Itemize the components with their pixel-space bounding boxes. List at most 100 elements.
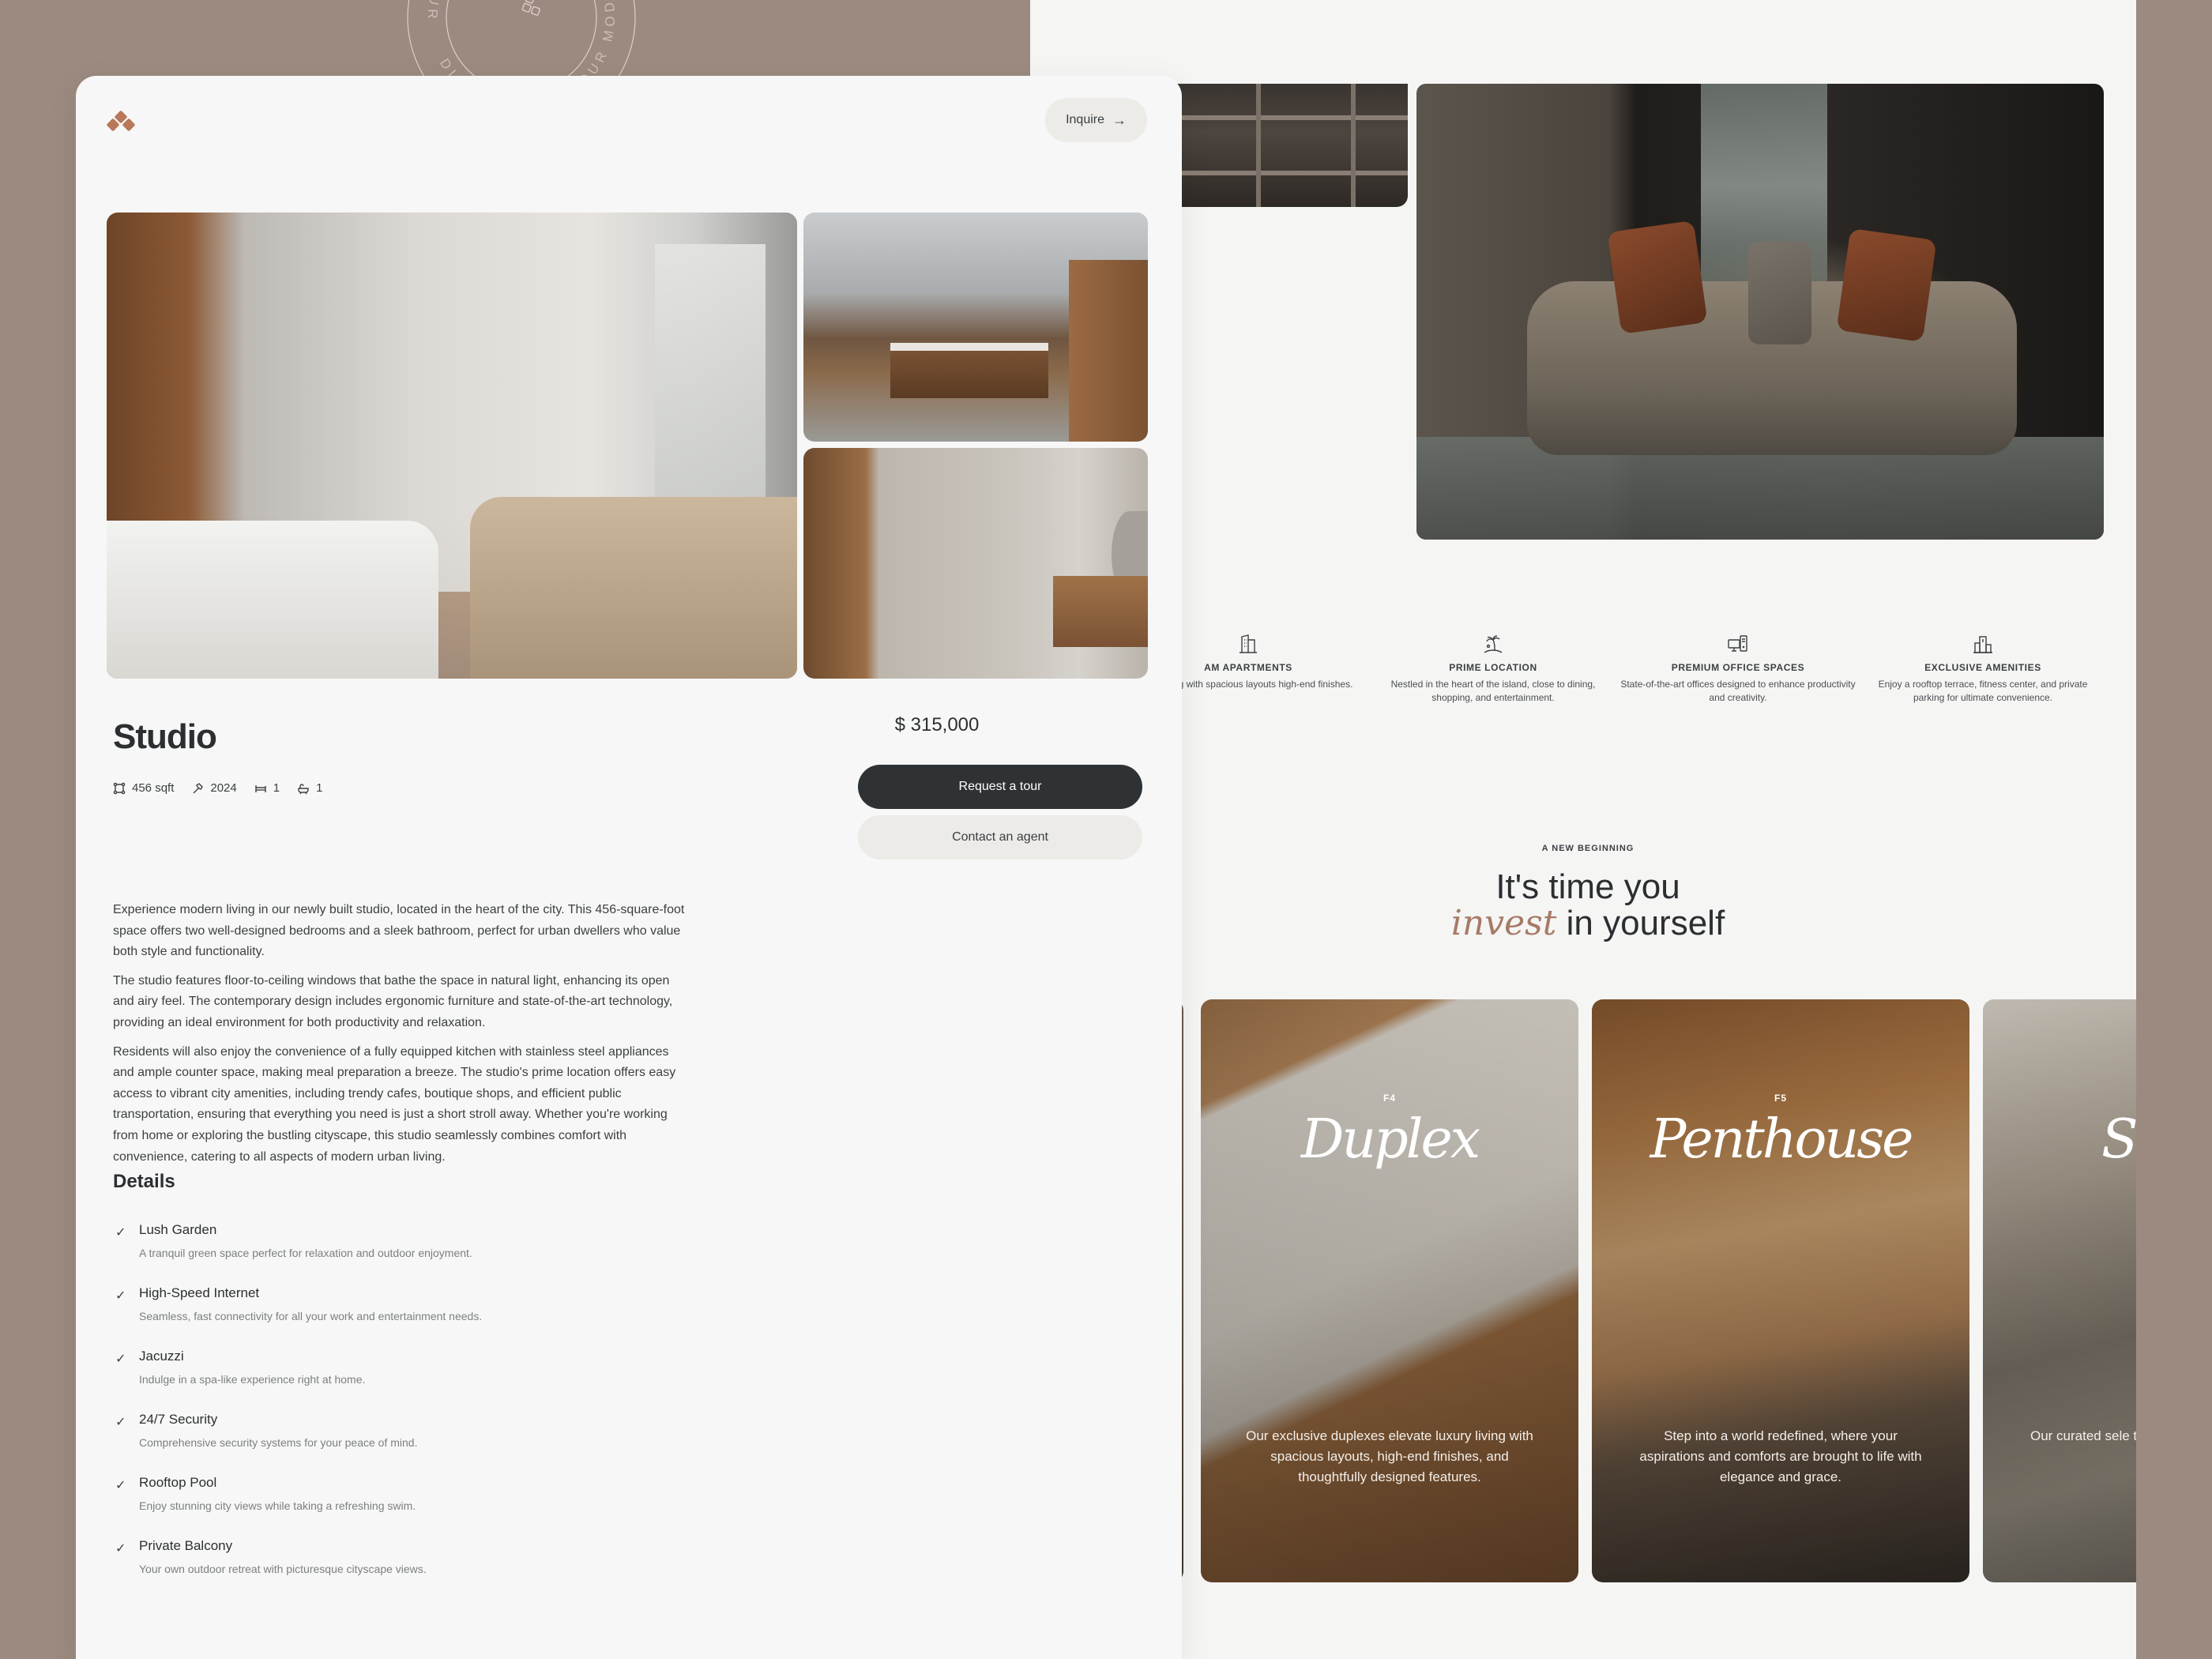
meta-bedrooms-value: 1 bbox=[273, 781, 280, 795]
detail-name: Lush Garden bbox=[139, 1222, 217, 1237]
meta-area-value: 456 sqft bbox=[132, 781, 175, 795]
shelf-image-thumbnail bbox=[1169, 84, 1408, 207]
listing-meta: 456 sqft 2024 1 1 bbox=[113, 781, 322, 795]
feature-office-spaces: PREMIUM OFFICE SPACES State-of-the-art o… bbox=[1620, 632, 1856, 705]
detail-item: ✓ 24/7 Security Comprehensive security s… bbox=[115, 1411, 668, 1474]
detail-item: ✓ High-Speed Internet Seamless, fast con… bbox=[115, 1285, 668, 1348]
meta-area: 456 sqft bbox=[113, 781, 174, 795]
detail-desc: A tranquil green space perfect for relax… bbox=[139, 1247, 472, 1259]
detail-desc: Indulge in a spa-like experience right a… bbox=[139, 1373, 366, 1386]
bed bbox=[107, 521, 438, 679]
check-icon: ✓ bbox=[115, 1289, 126, 1303]
detail-desc: Seamless, fast connectivity for all your… bbox=[139, 1310, 483, 1322]
headline-line-2: invest in yourself bbox=[1422, 905, 1754, 942]
feature-desc: Enjoy a rooftop terrace, fitness center,… bbox=[1878, 679, 2088, 703]
card-description: Our exclusive duplexes elevate luxury li… bbox=[1246, 1428, 1533, 1484]
listing-title: Studio bbox=[113, 717, 217, 756]
detail-desc: Comprehensive security systems for your … bbox=[139, 1436, 418, 1449]
contact-agent-button[interactable]: Contact an agent bbox=[858, 815, 1142, 860]
check-icon: ✓ bbox=[115, 1479, 126, 1492]
bath-icon bbox=[298, 783, 309, 794]
details-heading: Details bbox=[113, 1171, 175, 1192]
card-title: Duplex bbox=[1300, 1108, 1480, 1171]
description-paragraph: Experience modern living in our newly bu… bbox=[113, 903, 685, 959]
detail-name: 24/7 Security bbox=[139, 1412, 218, 1427]
detail-item: ✓ Rooftop Pool Enjoy stunning city views… bbox=[115, 1474, 668, 1537]
description-paragraph: The studio features floor-to-ceiling win… bbox=[113, 973, 673, 1029]
detail-desc: Your own outdoor retreat with picturesqu… bbox=[139, 1563, 427, 1575]
check-icon: ✓ bbox=[115, 1352, 126, 1366]
hammer-icon bbox=[193, 782, 204, 793]
feature-desc: Nestled in the heart of the island, clos… bbox=[1390, 679, 1596, 703]
section-eyebrow: A NEW BEGINNING bbox=[1541, 844, 1635, 853]
card-title: St bbox=[2101, 1108, 2136, 1171]
gallery-image-bathroom[interactable] bbox=[803, 448, 1148, 679]
gallery-image-kitchen[interactable] bbox=[803, 213, 1148, 442]
feature-desc: State-of-the-art offices designed to enh… bbox=[1620, 679, 1856, 703]
listing-price: $ 315,000 bbox=[894, 714, 980, 735]
arrow-right-icon: → bbox=[1112, 111, 1127, 128]
headline-accent-word: invest bbox=[1450, 903, 1557, 943]
property-type-carousel: F4 Duplex Our exclusive duplexes elevate… bbox=[1177, 999, 2136, 1584]
feature-prime-location: PRIME LOCATION Nestled in the heart of t… bbox=[1375, 632, 1612, 705]
bed-icon bbox=[255, 784, 266, 792]
new-beginning-section: A NEW BEGINNING It's time you invest in … bbox=[1422, 844, 1754, 942]
computer-icon bbox=[1726, 632, 1750, 656]
feature-title: EXCLUSIVE AMENITIES bbox=[1924, 662, 2041, 673]
detail-desc: Enjoy stunning city views while taking a… bbox=[139, 1499, 416, 1512]
card-description: Our curated sele to find that sp working… bbox=[2030, 1428, 2136, 1443]
description-paragraph: Residents will also enjoy the convenienc… bbox=[113, 1044, 676, 1164]
sofa bbox=[470, 497, 797, 679]
detail-name: Rooftop Pool bbox=[139, 1475, 217, 1490]
meta-bathrooms-value: 1 bbox=[316, 781, 323, 795]
palm-island-icon bbox=[1481, 632, 1505, 656]
section-headline: It's time you invest in yourself bbox=[1422, 869, 1754, 942]
listing-description: Experience modern living in our newly bu… bbox=[113, 900, 688, 1176]
diamond-cluster-logo-icon[interactable] bbox=[106, 110, 136, 133]
card-description: Step into a world redefined, where your … bbox=[1639, 1428, 1922, 1484]
building-icon bbox=[1236, 632, 1260, 656]
pillow bbox=[1607, 220, 1708, 335]
headline-line-1: It's time you bbox=[1495, 867, 1680, 906]
card-duplex[interactable]: F4 Duplex Our exclusive duplexes elevate… bbox=[1201, 999, 1578, 1582]
inquire-label: Inquire bbox=[1066, 113, 1104, 126]
badge-logo-icon bbox=[521, 0, 541, 16]
card-title: Penthouse bbox=[1650, 1108, 1914, 1171]
card-studio[interactable]: St Our curated sele to find that sp work… bbox=[1983, 999, 2136, 1582]
kitchen-island bbox=[890, 343, 1048, 398]
inquire-button[interactable]: Inquire → bbox=[1045, 98, 1147, 142]
detail-name: High-Speed Internet bbox=[139, 1285, 260, 1300]
meta-bedrooms: 1 bbox=[254, 781, 280, 795]
feature-title: PRIME LOCATION bbox=[1449, 662, 1537, 673]
pillow bbox=[1748, 242, 1811, 344]
feature-amenities: EXCLUSIVE AMENITIES Enjoy a rooftop terr… bbox=[1864, 632, 2101, 705]
pillow bbox=[1836, 228, 1937, 343]
window bbox=[655, 244, 766, 529]
detail-item: ✓ Jacuzzi Indulge in a spa-like experien… bbox=[115, 1348, 668, 1411]
kitchen-cabinet bbox=[1069, 260, 1148, 442]
meta-year-value: 2024 bbox=[210, 781, 237, 795]
request-tour-button[interactable]: Request a tour bbox=[858, 765, 1142, 809]
detail-name: Jacuzzi bbox=[139, 1349, 184, 1364]
feature-title: PREMIUM OFFICE SPACES bbox=[1671, 662, 1805, 673]
detail-item: ✓ Lush Garden A tranquil green space per… bbox=[115, 1221, 668, 1285]
headline-line-2-rest: in yourself bbox=[1556, 904, 1725, 942]
check-icon: ✓ bbox=[115, 1542, 126, 1556]
area-icon bbox=[113, 782, 126, 794]
vanity bbox=[1053, 576, 1148, 647]
listing-page: Inquire → Studio 456 sqft 2024 1 1 Exper… bbox=[76, 76, 1182, 1659]
detail-item: ✓ Private Balcony Your own outdoor retre… bbox=[115, 1537, 668, 1601]
card-penthouse[interactable]: F5 Penthouse Step into a world redefined… bbox=[1592, 999, 1969, 1582]
gallery-image-main-bedroom-living[interactable] bbox=[107, 213, 797, 679]
check-icon: ✓ bbox=[115, 1416, 126, 1429]
details-list: ✓ Lush Garden A tranquil green space per… bbox=[115, 1221, 668, 1601]
meta-year-built: 2024 bbox=[191, 781, 237, 795]
card-floor-label: F5 bbox=[1774, 1093, 1787, 1104]
lounge-sofa-image bbox=[1416, 84, 2104, 540]
features-row: AM APARTMENTS ned living with spacious l… bbox=[1144, 632, 2094, 727]
meta-bathrooms: 1 bbox=[297, 781, 322, 795]
card-floor-label: F4 bbox=[1382, 1093, 1396, 1104]
detail-name: Private Balcony bbox=[139, 1538, 233, 1553]
check-icon: ✓ bbox=[115, 1226, 126, 1240]
podium-icon bbox=[1971, 632, 1995, 656]
